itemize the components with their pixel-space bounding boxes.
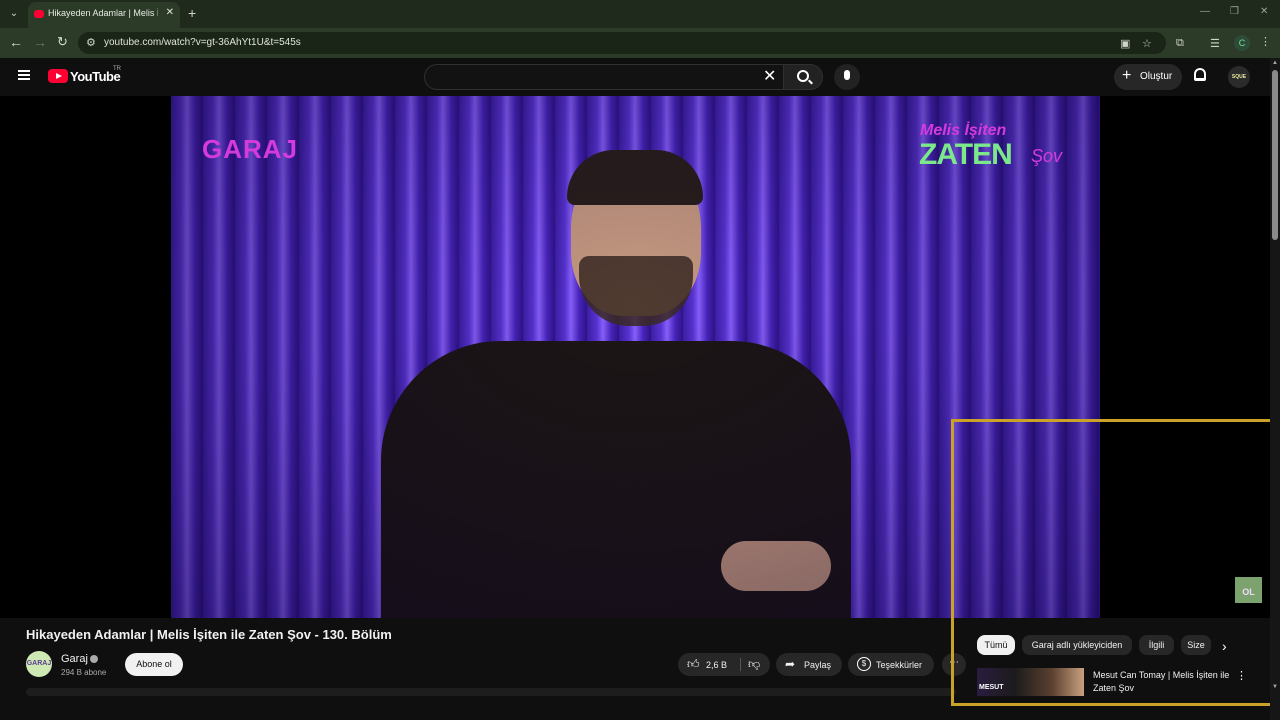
chip-for-you[interactable]: Size [1181, 635, 1211, 655]
subscribe-button[interactable]: Abone ol [125, 653, 183, 676]
account-avatar[interactable]: SQUE [1228, 66, 1250, 88]
related-video-menu-icon[interactable]: ⋮ [1236, 669, 1247, 682]
country-code: TR [113, 66, 121, 72]
like-dislike-group: 👍︎ 2,6 B 👎︎ [678, 653, 770, 676]
browser-toolbar: ← → ↻ ⚙ youtube.com/watch?v=gt-36AhYt1U&… [0, 28, 1280, 58]
scrollbar-thumb[interactable] [1272, 70, 1278, 240]
show-logo-title: ZATEN [919, 138, 1013, 171]
bookmark-star-icon[interactable]: ☆ [1142, 37, 1152, 50]
related-video-thumbnail[interactable]: MESUT [977, 668, 1084, 696]
create-button[interactable]: + Oluştur [1114, 64, 1182, 90]
browser-tab-bar: ⌄ Hikayeden Adamlar | Melis İşiten ile Z… [0, 0, 1280, 28]
channel-subscribe-watermark[interactable]: OL [1235, 577, 1262, 603]
share-arrow-icon: ➦ [785, 657, 796, 671]
channel-avatar[interactable]: GARAJ [26, 651, 52, 677]
video-vignette [171, 96, 1100, 618]
scroll-down-icon[interactable]: ▼ [1272, 684, 1278, 690]
guide-menu-icon[interactable] [18, 70, 30, 80]
chip-all[interactable]: Tümü [977, 635, 1015, 655]
site-info-icon[interactable]: ⚙ [86, 36, 96, 49]
tab-close-icon[interactable]: ✕ [166, 7, 174, 18]
more-actions-icon[interactable]: ⋯ [942, 653, 966, 676]
video-frame[interactable]: GARAJ Melis İşiten ZATEN Şov [171, 96, 1100, 618]
voice-search-button[interactable] [834, 64, 860, 90]
share-button[interactable]: ➦ Paylaş [776, 653, 842, 676]
create-label: Oluştur [1140, 71, 1173, 82]
like-thumb-icon[interactable]: 👍︎ [687, 657, 700, 672]
thumbnail-label: MESUT [979, 684, 1004, 691]
plus-icon: + [1122, 67, 1132, 84]
chip-from-uploader[interactable]: Garaj adlı yükleyiciden [1022, 635, 1132, 655]
address-bar[interactable]: ⚙ youtube.com/watch?v=gt-36AhYt1U&t=545s… [78, 32, 1166, 54]
like-divider [740, 658, 741, 671]
channel-name[interactable]: Garaj [61, 653, 88, 665]
page-scrollbar[interactable]: ▲ ▼ [1270, 58, 1280, 720]
profile-avatar[interactable]: C [1234, 35, 1250, 51]
garaj-watermark-logo: GARAJ [202, 134, 299, 164]
scroll-up-icon[interactable]: ▲ [1272, 60, 1278, 66]
related-video-title[interactable]: Mesut Can Tomay | Melis İşiten ile Zaten… [1093, 669, 1233, 695]
search-input[interactable] [424, 64, 784, 90]
tab-search-button[interactable]: ⌄ [4, 4, 24, 24]
chevron-right-icon[interactable]: › [1222, 638, 1227, 654]
tab-title: Hikayeden Adamlar | Melis İşiten ile Zat… [48, 8, 158, 18]
minimize-icon[interactable]: — [1200, 6, 1210, 17]
restore-icon[interactable]: ❐ [1230, 6, 1239, 17]
thanks-label: Teşekkürler [876, 660, 923, 670]
thanks-button[interactable]: $ Teşekkürler [848, 653, 934, 676]
youtube-logo-icon[interactable] [48, 69, 68, 83]
youtube-favicon-icon [34, 10, 44, 18]
clear-search-icon[interactable]: ✕ [763, 66, 776, 86]
browser-menu-icon[interactable]: ⋮ [1260, 35, 1271, 48]
subscriber-count: 294 B abone [61, 668, 107, 677]
url-text[interactable]: youtube.com/watch?v=gt-36AhYt1U&t=545s [104, 37, 301, 48]
share-label: Paylaş [804, 660, 832, 670]
video-player[interactable]: GARAJ Melis İşiten ZATEN Şov [0, 96, 1270, 618]
new-tab-button[interactable]: + [188, 5, 196, 21]
video-title: Hikayeden Adamlar | Melis İşiten ile Zat… [26, 627, 392, 642]
extensions-icon[interactable]: ⧉ [1176, 37, 1184, 50]
reload-icon[interactable]: ↻ [57, 34, 68, 50]
notifications-bell-icon[interactable] [1194, 68, 1206, 81]
forward-icon[interactable]: → [33, 34, 47, 50]
dislike-thumb-icon[interactable]: 👎︎ [748, 657, 760, 672]
reading-list-icon[interactable]: ☰ [1210, 37, 1220, 50]
description-box-edge [26, 688, 956, 696]
search-button[interactable] [783, 64, 823, 90]
chip-related[interactable]: İlgili [1139, 635, 1174, 655]
youtube-header: YouTube TR ✕ + Oluştur SQUE [0, 58, 1280, 96]
search-icon [797, 70, 809, 82]
super-thanks-icon: $ [857, 657, 871, 671]
like-count[interactable]: 2,6 B [706, 660, 727, 670]
browser-tab[interactable]: Hikayeden Adamlar | Melis İşiten ile Zat… [28, 2, 180, 28]
window-close-icon[interactable]: ✕ [1260, 6, 1268, 17]
back-icon[interactable]: ← [9, 34, 23, 50]
cast-icon[interactable]: ▣ [1120, 37, 1130, 50]
microphone-icon [844, 70, 850, 80]
verified-badge-icon [90, 655, 98, 663]
show-logo-suffix: Şov [1031, 146, 1063, 166]
